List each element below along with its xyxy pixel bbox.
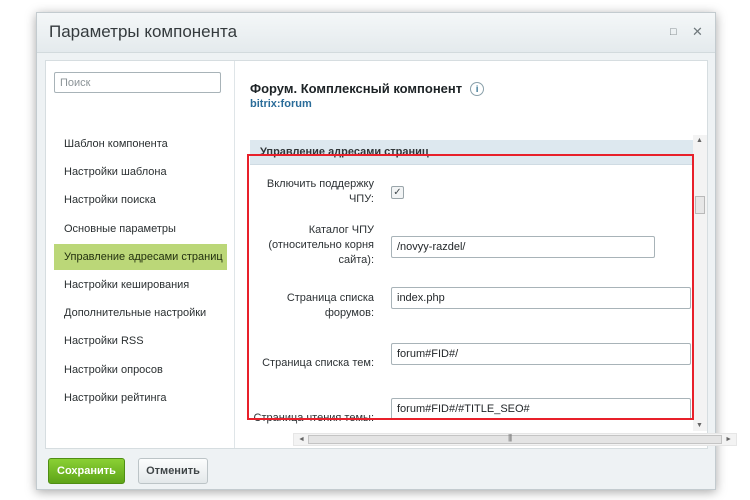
sidebar-item-template[interactable]: Шаблон компонента [54, 131, 227, 157]
forums-list-label: Страница списка форумов: [286, 292, 374, 319]
cancel-button[interactable]: Отменить [138, 458, 208, 484]
section-header: Управление адресами страниц [250, 140, 695, 165]
sidebar-item-template-settings[interactable]: Настройки шаблона [54, 159, 227, 185]
component-code: bitrix:forum [250, 98, 312, 110]
forums-list-input[interactable] [391, 287, 691, 309]
settings-sidebar: Шаблон компонента Настройки шаблона Наст… [46, 61, 235, 448]
horizontal-scrollbar[interactable]: ◄ ||| ► [293, 433, 737, 446]
sidebar-nav: Шаблон компонента Настройки шаблона Наст… [54, 131, 227, 413]
form-row-sef: Включить поддержку ЧПУ: ✓ [250, 177, 690, 211]
vertical-scrollbar[interactable]: ▲ ▼ [693, 135, 707, 431]
maximize-icon[interactable]: □ [670, 26, 677, 38]
sidebar-item-vote-settings[interactable]: Настройки опросов [54, 357, 227, 383]
sidebar-item-basic-params[interactable]: Основные параметры [54, 216, 227, 242]
info-icon[interactable]: i [470, 82, 485, 96]
settings-main-pane: Форум. Комплексный компонент i bitrix:for… [235, 61, 737, 448]
scroll-up-icon[interactable]: ▲ [696, 137, 703, 144]
component-settings-dialog: Параметры компонента □ ✕ Шаблон компонен… [36, 12, 737, 490]
sef-folder-input[interactable] [391, 236, 655, 258]
sidebar-item-url-management[interactable]: Управление адресами страниц [54, 243, 227, 270]
search-input[interactable] [54, 72, 221, 93]
vertical-scroll-thumb[interactable] [695, 196, 705, 214]
close-icon[interactable]: ✕ [692, 24, 703, 40]
scroll-right-icon[interactable]: ► [725, 436, 732, 443]
sidebar-item-rating-settings[interactable]: Настройки рейтинга [54, 385, 227, 411]
scroll-left-icon[interactable]: ◄ [298, 436, 305, 443]
sidebar-item-cache-settings[interactable]: Настройки кеширования [54, 272, 227, 298]
horizontal-scroll-thumb[interactable]: ||| [308, 433, 722, 444]
dialog-title: Параметры компонента [49, 22, 238, 41]
dialog-titlebar[interactable]: Параметры компонента □ ✕ [37, 13, 715, 53]
form-row-forums-list: Страница списка форумов: [250, 287, 691, 325]
topic-read-label: Страница чтения темы: [253, 412, 374, 424]
component-title: Форум. Комплексный компонент i [250, 81, 485, 96]
form-row-sef-folder: Каталог ЧПУ (относительно корня сайта): [250, 223, 690, 269]
sef-folder-label: Каталог ЧПУ (относительно корня сайта): [268, 224, 374, 266]
scroll-grip-icon: ||| [508, 433, 512, 442]
sidebar-item-rss-settings[interactable]: Настройки RSS [54, 328, 227, 354]
topics-list-input[interactable] [391, 343, 691, 365]
topics-list-label: Страница списка тем: [262, 357, 374, 369]
scroll-down-icon[interactable]: ▼ [696, 422, 703, 429]
component-title-text: Форум. Комплексный компонент [250, 81, 463, 96]
form-row-topic-read: Страница чтения темы: [250, 398, 691, 431]
sidebar-item-search-settings[interactable]: Настройки поиска [54, 187, 227, 213]
sef-checkbox[interactable]: ✓ [391, 186, 404, 199]
sidebar-item-additional-settings[interactable]: Дополнительные настройки [54, 300, 227, 326]
dialog-content: Шаблон компонента Настройки шаблона Наст… [45, 60, 737, 449]
topic-read-input[interactable] [391, 398, 691, 420]
save-button[interactable]: Сохранить [48, 458, 125, 484]
form-row-topics-list: Страница списка тем: [250, 343, 691, 376]
sef-label: Включить поддержку ЧПУ: [266, 178, 374, 205]
